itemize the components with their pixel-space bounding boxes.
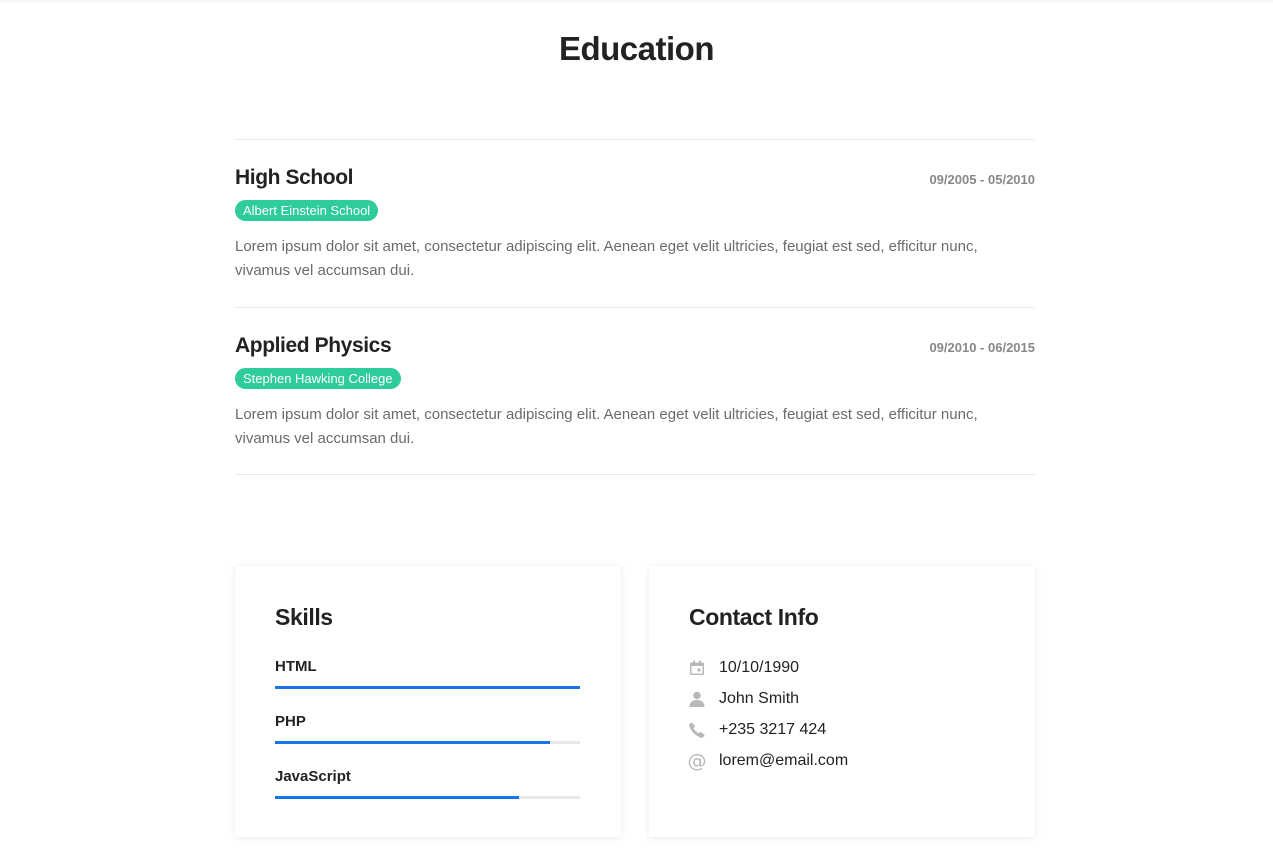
at-icon: @ [687,750,707,772]
skill-label: HTML [275,658,317,675]
education-dates: 09/2005 - 05/2010 [929,172,1035,187]
education-dates: 09/2010 - 06/2015 [929,340,1035,355]
calendar-icon [689,660,705,676]
skill-label: JavaScript [275,768,351,785]
education-description: Lorem ipsum dolor sit amet, consectetur … [235,406,978,447]
education-title: Applied Physics [235,334,392,357]
skill-progress-track [275,741,580,744]
contact-birthdate: 10/10/1990 [719,659,800,676]
education-item: High School 09/2005 - 05/2010 Albert Ein… [235,139,1035,307]
contact-row-phone: +235 3217 424 [689,719,826,741]
skill-label: PHP [275,713,306,730]
education-description: Lorem ipsum dolor sit amet, consectetur … [235,238,978,279]
skill-html: HTML [275,658,580,689]
school-badge: Albert Einstein School [235,200,379,221]
education-title: High School [235,166,354,189]
contact-row-email: @ lorem@email.com [687,750,849,772]
skill-php: PHP [275,713,580,744]
page-title: Education [558,30,715,67]
skill-javascript: JavaScript [275,768,580,799]
skills-card: Skills HTML PHP JavaScript [235,566,621,837]
contact-row-name: John Smith [689,688,799,710]
contact-title: Contact Info [689,604,819,630]
top-shadow-line [0,0,1273,4]
skills-title: Skills [275,604,333,630]
skill-progress-track [275,796,580,799]
education-item: Applied Physics 09/2010 - 06/2015 Stephe… [235,307,1035,475]
school-badge: Stephen Hawking College [235,368,401,389]
education-list: High School 09/2005 - 05/2010 Albert Ein… [235,139,1035,475]
contact-row-birthdate: 10/10/1990 [689,657,799,679]
contact-email: lorem@email.com [719,752,849,769]
skill-progress-fill [275,741,550,744]
contact-card: Contact Info 10/10/1990 John Smith +235 … [649,566,1035,837]
skill-progress-fill [275,796,519,799]
contact-phone: +235 3217 424 [719,721,827,738]
contact-name: John Smith [719,690,800,707]
skill-progress-track [275,686,580,689]
skill-progress-fill [275,686,580,689]
user-icon [689,691,705,707]
phone-icon [689,722,705,738]
